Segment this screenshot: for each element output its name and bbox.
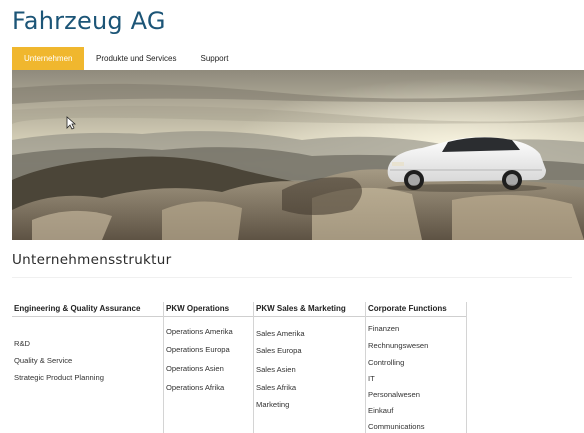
org-column-pkw-sales-marketing: PKW Sales & Marketing Sales Amerika Sale… <box>253 302 366 433</box>
org-item: R&D <box>14 339 31 348</box>
org-column-corporate-functions: Corporate Functions Finanzen Rechnungswe… <box>365 302 467 433</box>
org-column-header: Engineering & Quality Assurance <box>12 302 164 317</box>
org-item: Operations Amerika <box>166 327 233 336</box>
org-column-engineering: Engineering & Quality Assurance R&D Qual… <box>12 302 164 433</box>
org-item: Sales Asien <box>256 365 296 374</box>
org-item: Personalwesen <box>368 390 420 399</box>
org-item: Marketing <box>256 400 290 409</box>
org-item: Strategic Product Planning <box>14 373 104 382</box>
org-column-pkw-operations: PKW Operations Operations Amerika Operat… <box>163 302 253 433</box>
nav-tab-support[interactable]: Support <box>189 47 241 70</box>
site-title: Fahrzeug AG <box>12 7 166 35</box>
org-item: Sales Amerika <box>256 329 305 338</box>
org-column-header: PKW Sales & Marketing <box>254 302 366 317</box>
section-divider <box>12 277 572 278</box>
org-item: Operations Asien <box>166 364 224 373</box>
org-item: Operations Europa <box>166 345 230 354</box>
mouse-cursor-icon <box>66 116 76 130</box>
section-title: Unternehmensstruktur <box>12 252 172 268</box>
org-item: Communications <box>368 422 425 431</box>
org-item: Finanzen <box>368 324 400 333</box>
org-item: IT <box>368 374 375 383</box>
org-item: Operations Afrika <box>166 383 225 392</box>
main-nav: Unternehmen Produkte und Services Suppor… <box>12 47 241 70</box>
org-item: Sales Afrika <box>256 383 297 392</box>
hero-image <box>12 70 584 240</box>
org-item: Controlling <box>368 358 405 367</box>
org-column-header: Corporate Functions <box>366 302 466 317</box>
org-item: Sales Europa <box>256 346 302 355</box>
org-item: Quality & Service <box>14 356 73 365</box>
nav-tab-produkte-services[interactable]: Produkte und Services <box>84 47 189 70</box>
nav-tab-unternehmen[interactable]: Unternehmen <box>12 47 84 70</box>
org-item: Einkauf <box>368 406 394 415</box>
org-column-header: PKW Operations <box>164 302 253 317</box>
org-item: Rechnungswesen <box>368 341 429 350</box>
